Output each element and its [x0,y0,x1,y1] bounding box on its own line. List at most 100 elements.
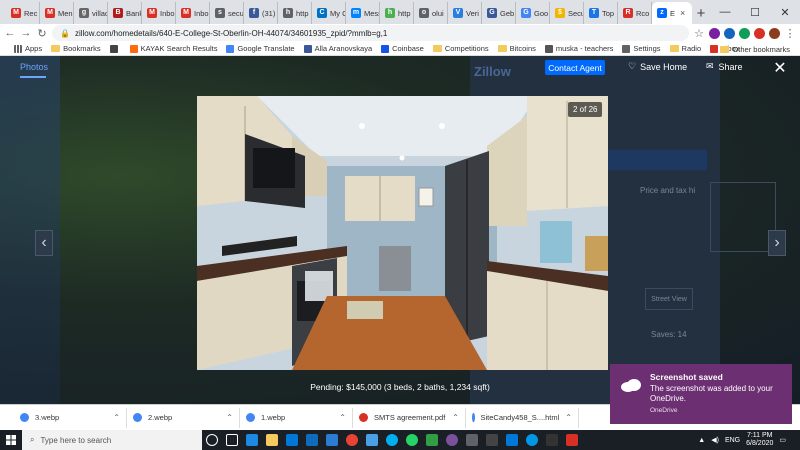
browser-tab[interactable]: o olui [414,2,448,24]
chrome-icon[interactable] [346,434,358,446]
bookmark-item[interactable]: Coinbase [381,44,424,53]
bookmark-item[interactable]: Alla Aranovskaya [303,44,372,53]
bookmark-item[interactable]: KAYAK Search Results [129,44,217,53]
viber-icon[interactable] [446,434,458,446]
chat-icon[interactable] [466,434,478,446]
browser-tab[interactable]: g villac [74,2,108,24]
close-window-button[interactable]: ✕ [770,0,800,24]
whatsapp-icon[interactable] [406,434,418,446]
clock[interactable]: 7:11 PM 6/8/2020 [746,432,773,448]
save-home-button[interactable]: ♡ Save Home [628,61,687,72]
file-explorer-icon[interactable] [266,434,278,446]
favicon-icon: z [657,8,667,18]
app-icon[interactable] [506,434,518,446]
browser-tab[interactable]: M Rec [6,2,40,24]
bookmark-item[interactable]: Radio [669,44,701,53]
browser-tab[interactable]: h http [278,2,312,24]
browser-tab-active[interactable]: z E × [652,2,692,24]
language-indicator[interactable]: ENG [725,437,740,444]
window-controls: — ☐ ✕ [710,0,800,24]
share-button[interactable]: ✉ Share [706,61,743,72]
notifications-icon[interactable]: ▭ [779,436,786,444]
browser-tab[interactable]: G Geb [482,2,516,24]
download-item[interactable]: 2.webp ⌃ [127,407,240,428]
contact-agent-button[interactable]: Contact Agent [545,60,605,75]
edge-legacy-icon[interactable] [326,434,338,446]
bookmark-favicon-icon [544,44,553,53]
cortana-icon[interactable] [206,434,218,446]
close-lightbox-button[interactable]: ✕ [771,58,789,78]
back-arrow-icon[interactable]: ← [4,27,16,39]
address-bar[interactable]: 🔒 zillow.com/homedetails/640-E-College-S… [52,25,689,41]
minimize-button[interactable]: — [710,0,740,24]
bookmark-star-icon[interactable]: ☆ [693,27,705,40]
favicon-icon: o [419,8,429,18]
chevron-up-icon[interactable]: ⌃ [452,413,459,422]
bookmark-item[interactable]: Bitcoins [497,44,536,53]
chevron-up-icon[interactable]: ⌃ [113,413,120,422]
download-item[interactable]: SMTS agreement.pdf ⌃ [353,407,466,428]
extension-icon-4[interactable] [754,27,765,39]
download-item[interactable]: SiteCandy458_S....html ⌃ [466,407,579,428]
store-icon[interactable] [286,434,298,446]
skype-icon[interactable] [386,434,398,446]
browser-tab[interactable]: C My C [312,2,346,24]
browser-tab[interactable]: M Inbo [142,2,176,24]
browser-tab[interactable]: f (31) [244,2,278,24]
extension-icon-3[interactable] [739,27,750,39]
calculator-icon[interactable] [486,434,498,446]
close-tab-icon[interactable]: × [680,8,685,18]
browser-tab[interactable]: G Goo [516,2,550,24]
onedrive-notification[interactable]: Screenshot saved The screenshot was adde… [610,364,792,424]
volume-icon[interactable]: ◀) [711,436,719,444]
menu-kebab-icon[interactable]: ⋮ [784,27,796,40]
browser-tab[interactable]: s secu [210,2,244,24]
chevron-up-icon[interactable]: ⌃ [565,413,572,422]
browser-tab[interactable]: R Rco [618,2,652,24]
skype-2-icon[interactable] [526,434,538,446]
next-photo-button[interactable]: › [768,230,786,256]
browser-tab[interactable]: V Veri [448,2,482,24]
network-icon[interactable]: ▲ [698,437,705,444]
cloud-icon [621,379,641,392]
chevron-up-icon[interactable]: ⌃ [226,413,233,422]
bookmark-item[interactable]: Competitions [432,44,489,53]
bookmark-item[interactable]: Google Translate [226,44,295,53]
browser-tab[interactable]: B Bank [108,2,142,24]
bookmark-item[interactable] [109,44,121,53]
task-view-icon[interactable] [226,434,238,446]
photos-icon[interactable] [366,434,378,446]
tab-photos[interactable]: Photos [20,62,48,72]
acrobat-icon[interactable] [566,434,578,446]
bookmark-favicon-icon [303,44,312,53]
browser-tab[interactable]: h http [380,2,414,24]
bookmark-item[interactable]: Settings [622,44,661,53]
browser-tab[interactable]: M Inbo [176,2,210,24]
browser-tab[interactable]: $ Secu [550,2,584,24]
tab-label: (31) [262,8,276,18]
previous-photo-button[interactable]: ‹ [35,230,53,256]
search-placeholder: Type here to search [40,435,112,445]
folder-icon [669,45,679,52]
forward-arrow-icon[interactable]: → [20,27,32,39]
edge-icon[interactable] [246,434,258,446]
browser-tab[interactable]: M Men [40,2,74,24]
terminal-icon[interactable] [546,434,558,446]
browser-tab[interactable]: mMess [346,2,380,24]
extension-icon-1[interactable] [709,27,720,39]
browser-tab[interactable]: T Top [584,2,618,24]
bookmark-item[interactable]: muska - teachers [544,44,613,53]
video-icon[interactable] [426,434,438,446]
profile-avatar[interactable] [769,27,780,39]
bookmark-item[interactable]: Apps [14,44,42,53]
heart-icon: ♡ [628,61,637,71]
extension-icon-2[interactable] [724,27,735,39]
reload-icon[interactable]: ↻ [36,27,48,40]
chevron-up-icon[interactable]: ⌃ [339,413,346,422]
mail-taskbar-icon[interactable] [306,434,318,446]
other-bookmarks[interactable]: Other bookmarks [720,42,790,55]
new-tab-button[interactable]: + [692,2,710,24]
bookmark-item[interactable]: Bookmarks [51,44,101,53]
download-item[interactable]: 1.webp ⌃ [240,407,353,428]
maximize-button[interactable]: ☐ [740,0,770,24]
